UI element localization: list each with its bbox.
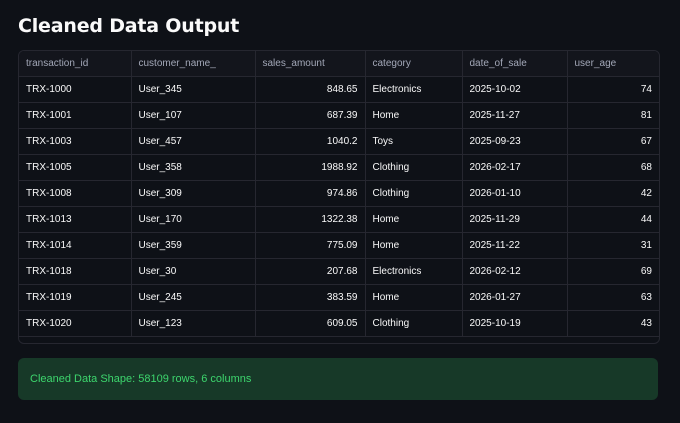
page-title: Cleaned Data Output <box>18 15 240 37</box>
cell-customer-name[interactable]: User_170 <box>131 206 256 233</box>
cell-sales-amount[interactable]: 1322.38 <box>255 206 366 233</box>
cell-date-of-sale[interactable]: 2025-09-23 <box>462 128 568 155</box>
cell-customer-name[interactable]: User_123 <box>131 310 256 337</box>
cell-transaction-id[interactable]: TRX-1020 <box>19 310 132 337</box>
column-header-customer-name[interactable]: customer_name_ <box>131 51 256 77</box>
cell-category[interactable]: Electronics <box>365 76 463 103</box>
cell-category[interactable]: Clothing <box>365 180 463 207</box>
column-header-transaction-id[interactable]: transaction_id <box>19 51 132 77</box>
cell-transaction-id[interactable]: TRX-1018 <box>19 258 132 285</box>
cell-date-of-sale[interactable]: 2025-10-19 <box>462 310 568 337</box>
table-row[interactable]: TRX-1003 User_457 1040.2 Toys 2025-09-23 67 <box>19 128 659 155</box>
cell-sales-amount[interactable]: 1040.2 <box>255 128 366 155</box>
cell-transaction-id[interactable]: TRX-1000 <box>19 76 132 103</box>
cell-date-of-sale[interactable]: 2026-01-27 <box>462 284 568 311</box>
cell-customer-name[interactable]: User_345 <box>131 76 256 103</box>
cell-transaction-id[interactable]: TRX-1013 <box>19 206 132 233</box>
cell-date-of-sale[interactable]: 2026-02-12 <box>462 258 568 285</box>
cell-transaction-id[interactable]: TRX-1005 <box>19 154 132 181</box>
table-row[interactable]: TRX-1020 User_123 609.05 Clothing 2025-10-19… <box>19 310 659 337</box>
table-row[interactable]: TRX-1001 User_107 687.39 Home 2025-11-27 81 <box>19 102 659 129</box>
cell-customer-name[interactable]: User_358 <box>131 154 256 181</box>
cell-sales-amount[interactable]: 687.39 <box>255 102 366 129</box>
cell-sales-amount[interactable]: 609.05 <box>255 310 366 337</box>
cell-customer-name[interactable]: User_309 <box>131 180 256 207</box>
table-row[interactable]: TRX-1008 User_309 974.86 Clothing 2026-01-10… <box>19 180 659 207</box>
cell-customer-name[interactable]: User_359 <box>131 232 256 259</box>
table-row[interactable]: TRX-1000 User_345 848.65 Electronics 2025-10… <box>19 76 659 103</box>
cell-transaction-id[interactable]: TRX-1001 <box>19 102 132 129</box>
cell-date-of-sale[interactable]: 2026-02-17 <box>462 154 568 181</box>
cell-category[interactable]: Toys <box>365 128 463 155</box>
cell-user-age[interactable]: 63 <box>567 284 659 311</box>
cell-category[interactable]: Home <box>365 102 463 129</box>
cell-category[interactable]: Home <box>365 284 463 311</box>
cell-user-age[interactable]: 31 <box>567 232 659 259</box>
cell-sales-amount[interactable]: 207.68 <box>255 258 366 285</box>
cell-customer-name[interactable]: User_107 <box>131 102 256 129</box>
cell-category[interactable]: Clothing <box>365 154 463 181</box>
cell-user-age[interactable]: 67 <box>567 128 659 155</box>
cell-user-age[interactable]: 42 <box>567 180 659 207</box>
cell-sales-amount[interactable]: 383.59 <box>255 284 366 311</box>
dataframe-grid: transaction_id customer_name_ sales_amou… <box>19 51 659 337</box>
cell-transaction-id[interactable]: TRX-1003 <box>19 128 132 155</box>
table-row[interactable]: TRX-1019 User_245 383.59 Home 2026-01-27 63 <box>19 284 659 311</box>
cell-sales-amount[interactable]: 848.65 <box>255 76 366 103</box>
cell-user-age[interactable]: 74 <box>567 76 659 103</box>
cell-sales-amount[interactable]: 974.86 <box>255 180 366 207</box>
table-row[interactable]: TRX-1018 User_30 207.68 Electronics 2026-02-… <box>19 258 659 285</box>
cell-customer-name[interactable]: User_457 <box>131 128 256 155</box>
cell-user-age[interactable]: 68 <box>567 154 659 181</box>
success-message-box: Cleaned Data Shape: 58109 rows, 6 column… <box>18 358 658 400</box>
table-row[interactable]: TRX-1013 User_170 1322.38 Home 2025-11-29 44 <box>19 206 659 233</box>
cell-category[interactable]: Home <box>365 206 463 233</box>
cell-date-of-sale[interactable]: 2025-11-27 <box>462 102 568 129</box>
column-header-sales-amount[interactable]: sales_amount <box>255 51 366 77</box>
cell-date-of-sale[interactable]: 2025-10-02 <box>462 76 568 103</box>
data-table[interactable]: transaction_id customer_name_ sales_amou… <box>18 50 660 344</box>
cell-category[interactable]: Home <box>365 232 463 259</box>
cell-transaction-id[interactable]: TRX-1014 <box>19 232 132 259</box>
cell-customer-name[interactable]: User_30 <box>131 258 256 285</box>
cell-user-age[interactable]: 44 <box>567 206 659 233</box>
cell-customer-name[interactable]: User_245 <box>131 284 256 311</box>
cell-date-of-sale[interactable]: 2026-01-10 <box>462 180 568 207</box>
cell-category[interactable]: Electronics <box>365 258 463 285</box>
table-header-row: transaction_id customer_name_ sales_amou… <box>19 51 659 77</box>
cell-transaction-id[interactable]: TRX-1008 <box>19 180 132 207</box>
table-row[interactable]: TRX-1014 User_359 775.09 Home 2025-11-22 31 <box>19 232 659 259</box>
column-header-user-age[interactable]: user_age <box>567 51 659 77</box>
cell-user-age[interactable]: 81 <box>567 102 659 129</box>
cell-date-of-sale[interactable]: 2025-11-22 <box>462 232 568 259</box>
cell-date-of-sale[interactable]: 2025-11-29 <box>462 206 568 233</box>
cell-category[interactable]: Clothing <box>365 310 463 337</box>
data-shape-message: Cleaned Data Shape: 58109 rows, 6 column… <box>30 373 252 385</box>
cell-sales-amount[interactable]: 1988.92 <box>255 154 366 181</box>
cell-sales-amount[interactable]: 775.09 <box>255 232 366 259</box>
column-header-date-of-sale[interactable]: date_of_sale <box>462 51 568 77</box>
cell-user-age[interactable]: 43 <box>567 310 659 337</box>
cell-transaction-id[interactable]: TRX-1019 <box>19 284 132 311</box>
table-row[interactable]: TRX-1005 User_358 1988.92 Clothing 2026-02-1… <box>19 154 659 181</box>
column-header-category[interactable]: category <box>365 51 463 77</box>
table-body: TRX-1000 User_345 848.65 Electronics 2025-10… <box>19 76 659 337</box>
cell-user-age[interactable]: 69 <box>567 258 659 285</box>
